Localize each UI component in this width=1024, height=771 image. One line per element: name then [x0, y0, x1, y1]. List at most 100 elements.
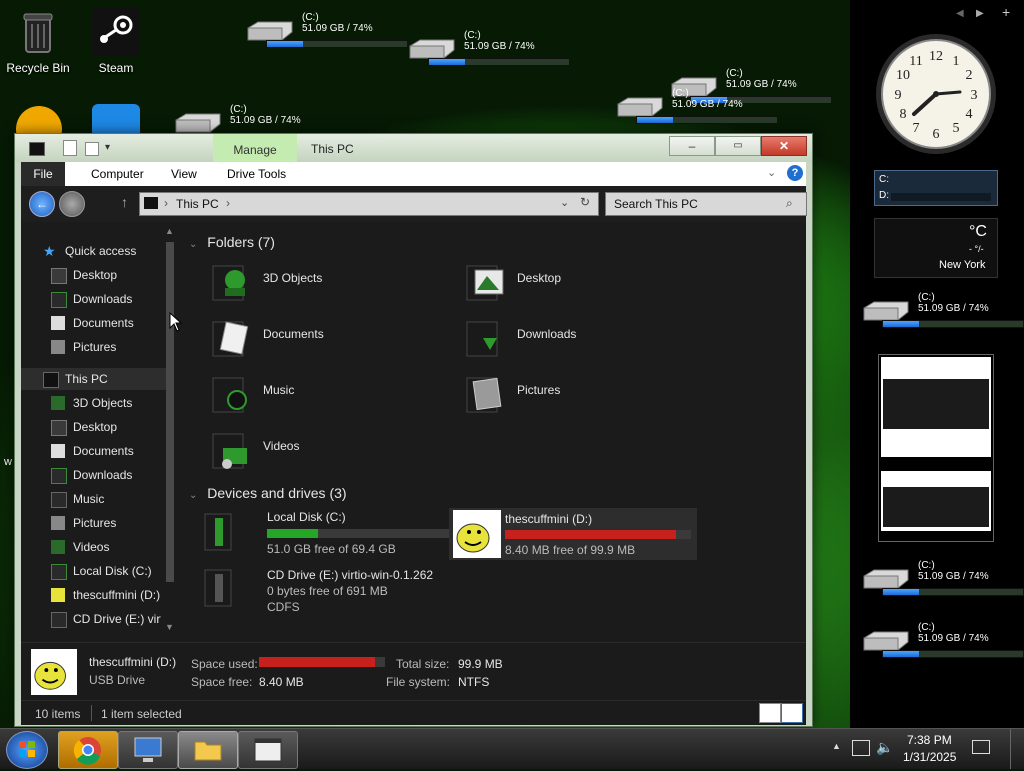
weather-range: - °/- — [969, 244, 984, 254]
title-bar[interactable]: ▾ Manage This PC – ▭ ✕ — [15, 134, 812, 162]
gadget-usage-bar — [882, 650, 1024, 658]
show-hidden-icons-icon[interactable]: ▲ — [832, 741, 841, 751]
search-icon[interactable]: ⌕ — [786, 196, 793, 211]
nav-quick-desktop[interactable]: Desktop — [21, 264, 161, 286]
nav-thescuffmini-d[interactable]: thescuffmini (D:) — [21, 584, 161, 606]
search-input[interactable]: Search This PC ⌕ — [605, 192, 807, 216]
nav-videos[interactable]: Videos — [21, 536, 161, 558]
folder-downloads[interactable]: Downloads — [451, 312, 691, 364]
nav-quick-pictures[interactable]: Pictures — [21, 336, 161, 358]
folder-music[interactable]: Music — [197, 368, 437, 420]
drive-local-disk-c[interactable]: Local Disk (C:) 51.0 GB free of 69.4 GB — [201, 508, 455, 558]
expand-ribbon-chevron-icon[interactable]: ⌄ — [767, 166, 776, 179]
drive-meter-gadget[interactable]: C: D: — [874, 170, 998, 206]
maximize-button[interactable]: ▭ — [715, 136, 761, 156]
large-icons-view-button[interactable] — [781, 703, 803, 723]
sidebar-add-icon[interactable]: + — [1002, 4, 1010, 20]
drive-gadget[interactable]: (C:) 51.09 GB / 74% — [406, 30, 570, 70]
refresh-icon[interactable]: ↻ — [580, 195, 590, 209]
folder-3d-objects[interactable]: 3D Objects — [197, 256, 437, 308]
start-button[interactable] — [6, 731, 48, 769]
hard-drive-icon — [863, 631, 909, 651]
network-icon[interactable] — [852, 740, 870, 756]
nav-3d-objects[interactable]: 3D Objects — [21, 392, 161, 414]
show-desktop-button[interactable] — [1010, 729, 1023, 769]
sidebar-prev-icon[interactable]: ◀ — [956, 8, 964, 19]
clock-gadget[interactable]: 12 1 2 3 4 5 6 7 8 9 10 11 — [874, 32, 998, 156]
nav-local-disk-c[interactable]: Local Disk (C:) — [21, 560, 161, 582]
quick-access-toolbar[interactable]: ▾ — [29, 140, 119, 158]
new-folder-icon[interactable] — [85, 142, 99, 156]
taskbar-chrome[interactable] — [58, 731, 118, 769]
forward-button[interactable] — [59, 191, 85, 217]
weather-gadget[interactable]: °C - °/- New York — [874, 218, 998, 278]
drive-gadget[interactable]: (C:) 51.09 GB / 74% — [860, 560, 1024, 600]
collapse-chevron-icon[interactable]: ⌄ — [189, 239, 197, 250]
folder-pictures[interactable]: Pictures — [451, 368, 691, 420]
explorer-icon[interactable] — [29, 142, 45, 156]
desktop-icon-recycle-bin[interactable]: Recycle Bin — [6, 8, 70, 75]
sidebar-next-icon[interactable]: ▶ — [976, 8, 984, 19]
folder-videos[interactable]: Videos — [197, 424, 437, 476]
help-icon[interactable]: ? — [787, 165, 803, 181]
tab-file[interactable]: File — [21, 162, 65, 186]
hard-drive-icon — [409, 39, 455, 59]
nav-cd-drive-e[interactable]: CD Drive (E:) virt — [21, 608, 161, 630]
tab-drive-tools[interactable]: Drive Tools — [227, 162, 286, 186]
gadget-usage-bar — [266, 40, 408, 48]
details-view-button[interactable] — [759, 703, 781, 723]
action-center-icon[interactable] — [972, 740, 990, 754]
nav-quick-downloads[interactable]: Downloads — [21, 288, 161, 310]
volume-muted-icon[interactable]: 🔈 — [876, 739, 893, 756]
folder-desktop[interactable]: Desktop — [451, 256, 691, 308]
gadget-usage-bar — [636, 116, 778, 124]
address-dropdown-chevron-icon[interactable]: ⌄ — [560, 196, 569, 209]
clock-time[interactable]: 7:38 PM — [907, 733, 952, 747]
drive-gadget[interactable]: (C:) 51.09 GB / 74% — [860, 622, 1024, 662]
drive-thescuffmini-d[interactable]: thescuffmini (D:) 8.40 MB free of 99.9 M… — [449, 508, 697, 560]
drive-gadget[interactable]: (C:) 51.09 GB / 74% — [614, 88, 778, 128]
nav-downloads[interactable]: Downloads — [21, 464, 161, 486]
folders-section-header[interactable]: ⌄ Folders (7) — [189, 234, 275, 250]
usb-drive-icon — [51, 588, 65, 602]
address-bar[interactable]: › This PC › ⌄ ↻ — [139, 192, 599, 216]
taskbar-app[interactable] — [238, 731, 298, 769]
clock-number: 5 — [953, 121, 960, 136]
nav-scrollbar[interactable]: ▲ ▼ — [165, 226, 175, 636]
folder-documents[interactable]: Documents — [197, 312, 437, 364]
details-name: thescuffmini (D:) — [89, 655, 177, 669]
devices-section-header[interactable]: ⌄ Devices and drives (3) — [189, 485, 347, 501]
customize-toolbar-chevron-icon[interactable]: ▾ — [105, 142, 110, 153]
scroll-down-arrow-icon[interactable]: ▼ — [165, 622, 174, 632]
file-explorer-window[interactable]: ▾ Manage This PC – ▭ ✕ File Computer Vie… — [14, 133, 813, 727]
manage-context-tab[interactable]: Manage — [213, 134, 297, 162]
properties-icon[interactable] — [63, 140, 77, 156]
drive-cd-e[interactable]: CD Drive (E:) virtio-win-0.1.262 0 bytes… — [201, 562, 451, 622]
breadcrumb-this-pc[interactable]: This PC — [176, 197, 219, 211]
tab-view[interactable]: View — [171, 162, 197, 186]
tab-computer[interactable]: Computer — [91, 162, 144, 186]
drive-gadget[interactable]: (C:) 51.09 GB / 74% — [244, 12, 408, 52]
up-arrow-icon[interactable]: ↑ — [121, 194, 128, 210]
taskbar-remote-desktop[interactable] — [118, 731, 178, 769]
taskbar-file-explorer[interactable] — [178, 731, 238, 769]
nav-quick-access[interactable]: ★ Quick access — [21, 240, 161, 262]
desktop-icon-steam[interactable]: Steam — [84, 8, 148, 75]
scroll-up-arrow-icon[interactable]: ▲ — [165, 226, 174, 236]
close-button[interactable]: ✕ — [761, 136, 807, 156]
hard-drive-icon — [51, 564, 67, 580]
nav-desktop[interactable]: Desktop — [21, 416, 161, 438]
nav-pictures[interactable]: Pictures — [21, 512, 161, 534]
scrollbar-thumb[interactable] — [166, 242, 174, 582]
slideshow-gadget[interactable] — [878, 354, 994, 542]
collapse-chevron-icon[interactable]: ⌄ — [189, 490, 197, 501]
drive-gadget[interactable]: (C:) 51.09 GB / 74% — [860, 292, 1024, 332]
settings-gear-icon[interactable] — [92, 104, 140, 134]
clock-date[interactable]: 1/31/2025 — [903, 750, 956, 764]
nav-documents[interactable]: Documents — [21, 440, 161, 462]
back-button[interactable]: ← — [29, 191, 55, 217]
nav-quick-documents[interactable]: Documents — [21, 312, 161, 334]
minimize-button[interactable]: – — [669, 136, 715, 156]
nav-this-pc[interactable]: This PC — [21, 368, 173, 390]
nav-music[interactable]: Music — [21, 488, 161, 510]
